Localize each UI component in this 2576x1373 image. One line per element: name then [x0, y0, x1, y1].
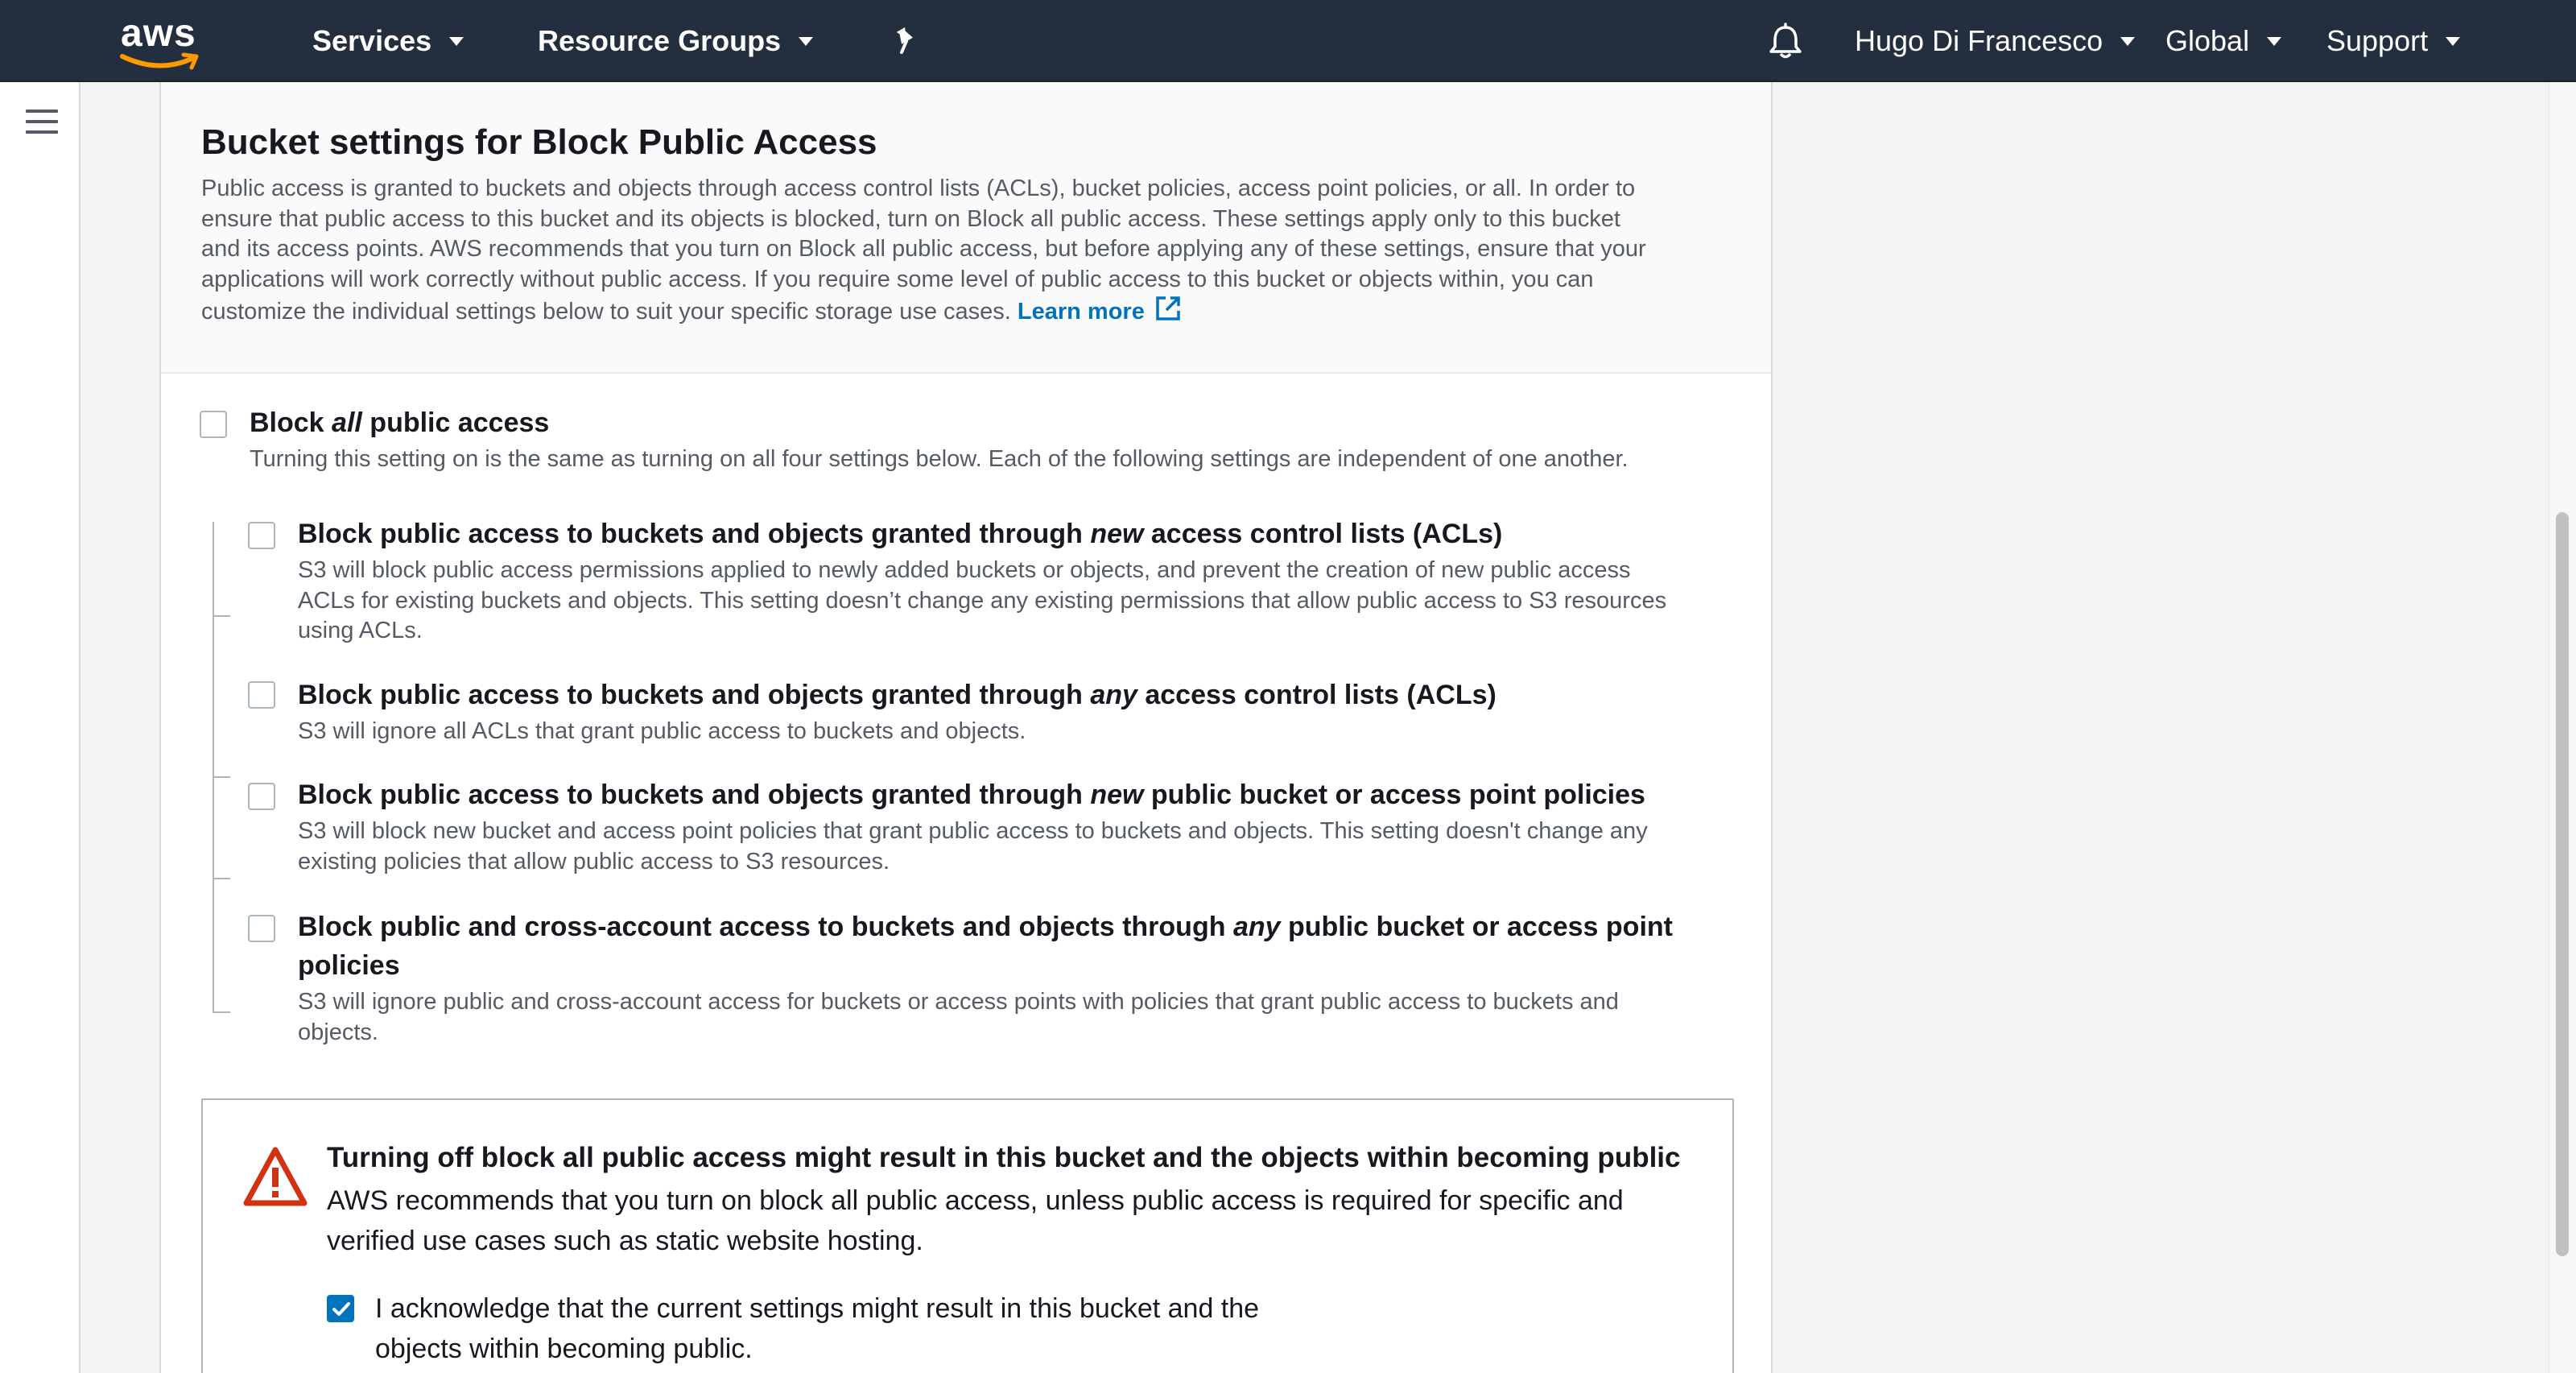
bell-icon: [1769, 23, 1802, 59]
public-access-warning: Turning off block all public access migh…: [201, 1098, 1734, 1373]
checkmark-icon: [332, 1302, 350, 1316]
block-new-acls-description: S3 will block public access permissions …: [298, 556, 1666, 647]
title-text: public bucket or access point policies: [1143, 780, 1645, 810]
chevron-down-icon: [449, 36, 464, 46]
description-line: applications will work correctly without…: [201, 266, 1594, 292]
notifications-button[interactable]: [1768, 0, 1803, 82]
warning-text: AWS recommends that you turn on block al…: [327, 1181, 1711, 1261]
services-label: Services: [312, 24, 432, 57]
title-text: public bucket or access point: [1280, 912, 1673, 942]
acknowledge-checkbox[interactable]: [327, 1295, 354, 1322]
block-new-policies-checkbox[interactable]: [248, 783, 275, 810]
hamburger-menu-icon[interactable]: [26, 110, 58, 137]
tree-connector: [213, 522, 214, 1013]
description-line-last: customize the individual settings below …: [201, 295, 1731, 328]
block-new-acls-checkbox[interactable]: [248, 522, 275, 549]
pin-button[interactable]: [892, 0, 921, 82]
chevron-down-icon: [799, 36, 814, 46]
pin-icon: [896, 27, 913, 54]
aws-logo-text: aws: [121, 12, 196, 55]
top-navigation-bar: aws Services Resource Groups Hugo Di Fra…: [0, 0, 2576, 82]
title-emphasis: new: [1090, 780, 1144, 810]
title-text: access control lists (ACLs): [1137, 680, 1496, 710]
block-cross-account-description: S3 will ignore public and cross-account …: [298, 987, 1619, 1048]
block-cross-account-checkbox[interactable]: [248, 915, 275, 942]
section-description: Public access is granted to buckets and …: [201, 174, 1731, 328]
description-line: S3 will ignore all ACLs that grant publi…: [298, 718, 1026, 744]
region-menu[interactable]: Global: [2165, 0, 2282, 82]
description-line: S3 will ignore public and cross-account …: [298, 989, 1619, 1015]
description-line: existing policies that allow public acce…: [298, 848, 890, 875]
aws-smile-icon: [120, 52, 199, 70]
description-line: objects.: [298, 1019, 378, 1045]
description-line: ensure that public access to this bucket…: [201, 205, 1620, 232]
block-new-acls-title: Block public access to buckets and objec…: [298, 519, 1502, 550]
title-text: Block public access to buckets and objec…: [298, 680, 1091, 710]
chevron-down-icon: [2446, 36, 2461, 46]
title-text: public access: [361, 407, 550, 438]
title-text: Block public access to buckets and objec…: [298, 519, 1091, 549]
resource-groups-menu[interactable]: Resource Groups: [538, 0, 814, 82]
title-emphasis: any: [1232, 912, 1281, 942]
description-line: and its access points. AWS recommends th…: [201, 236, 1646, 262]
resource-groups-label: Resource Groups: [538, 24, 782, 57]
description-line: ACLs for existing buckets and objects. T…: [298, 587, 1667, 614]
tree-branch: [213, 878, 230, 879]
page-scrollbar[interactable]: [2549, 82, 2576, 1373]
warning-text-line: AWS recommends that you turn on block al…: [327, 1185, 1624, 1216]
tree-branch: [213, 615, 230, 617]
block-new-policies-description: S3 will block new bucket and access poin…: [298, 817, 1648, 877]
block-new-policies-title: Block public access to buckets and objec…: [298, 780, 1645, 811]
title-text: Block: [250, 407, 332, 438]
support-menu[interactable]: Support: [2326, 0, 2461, 82]
block-all-title: Block all public access: [250, 407, 549, 439]
account-label: Hugo Di Francesco: [1855, 24, 2103, 57]
block-any-acls-checkbox[interactable]: [248, 681, 275, 709]
block-any-acls-description: S3 will ignore all ACLs that grant publi…: [298, 717, 1026, 747]
block-cross-account-title-continued: policies: [298, 950, 400, 981]
block-all-checkbox[interactable]: [200, 411, 227, 438]
chevron-down-icon: [2120, 36, 2136, 46]
chevron-down-icon: [2267, 36, 2282, 46]
learn-more-label: Learn more: [1017, 299, 1145, 325]
title-text: Block public and cross-account access to…: [298, 912, 1233, 942]
page-title: Bucket settings for Block Public Access: [201, 122, 877, 162]
acknowledge-label[interactable]: I acknowledge that the current settings …: [375, 1288, 1422, 1369]
block-public-access-panel: Bucket settings for Block Public Access …: [159, 82, 1773, 1373]
title-text: access control lists (ACLs): [1143, 519, 1503, 549]
acknowledge-label-line: I acknowledge that the current settings …: [375, 1293, 1260, 1324]
tree-branch: [213, 776, 230, 778]
title-emphasis: any: [1090, 680, 1137, 710]
warning-text-line: verified use cases such as static websit…: [327, 1226, 923, 1256]
tree-branch: [213, 1011, 230, 1013]
block-any-acls-title: Block public access to buckets and objec…: [298, 680, 1496, 711]
aws-logo[interactable]: aws: [119, 10, 208, 74]
block-all-description: Turning this setting on is the same as t…: [250, 446, 1629, 472]
description-line: Public access is granted to buckets and …: [201, 176, 1636, 201]
warning-triangle-icon: [243, 1147, 308, 1206]
description-line: S3 will block public access permissions …: [298, 557, 1631, 583]
side-navigation-rail: [0, 82, 80, 1373]
block-cross-account-title: Block public and cross-account access to…: [298, 912, 1673, 943]
title-emphasis: all: [332, 407, 362, 438]
external-link-icon: [1156, 296, 1180, 321]
scrollbar-thumb[interactable]: [2556, 512, 2569, 1256]
account-menu[interactable]: Hugo Di Francesco: [1855, 0, 2136, 82]
acknowledge-label-line: objects within becoming public.: [375, 1334, 753, 1364]
services-menu[interactable]: Services: [312, 0, 464, 82]
description-line: customize the individual settings below …: [201, 299, 1011, 325]
warning-title: Turning off block all public access migh…: [327, 1142, 1681, 1173]
title-emphasis: new: [1090, 519, 1144, 549]
learn-more-link[interactable]: Learn more: [1017, 296, 1182, 325]
panel-header: Bucket settings for Block Public Access …: [161, 82, 1771, 374]
description-line: using ACLs.: [298, 618, 423, 643]
description-line: S3 will block new bucket and access poin…: [298, 818, 1648, 844]
support-label: Support: [2326, 24, 2429, 57]
region-label: Global: [2165, 24, 2250, 57]
title-text: Block public access to buckets and objec…: [298, 780, 1091, 810]
